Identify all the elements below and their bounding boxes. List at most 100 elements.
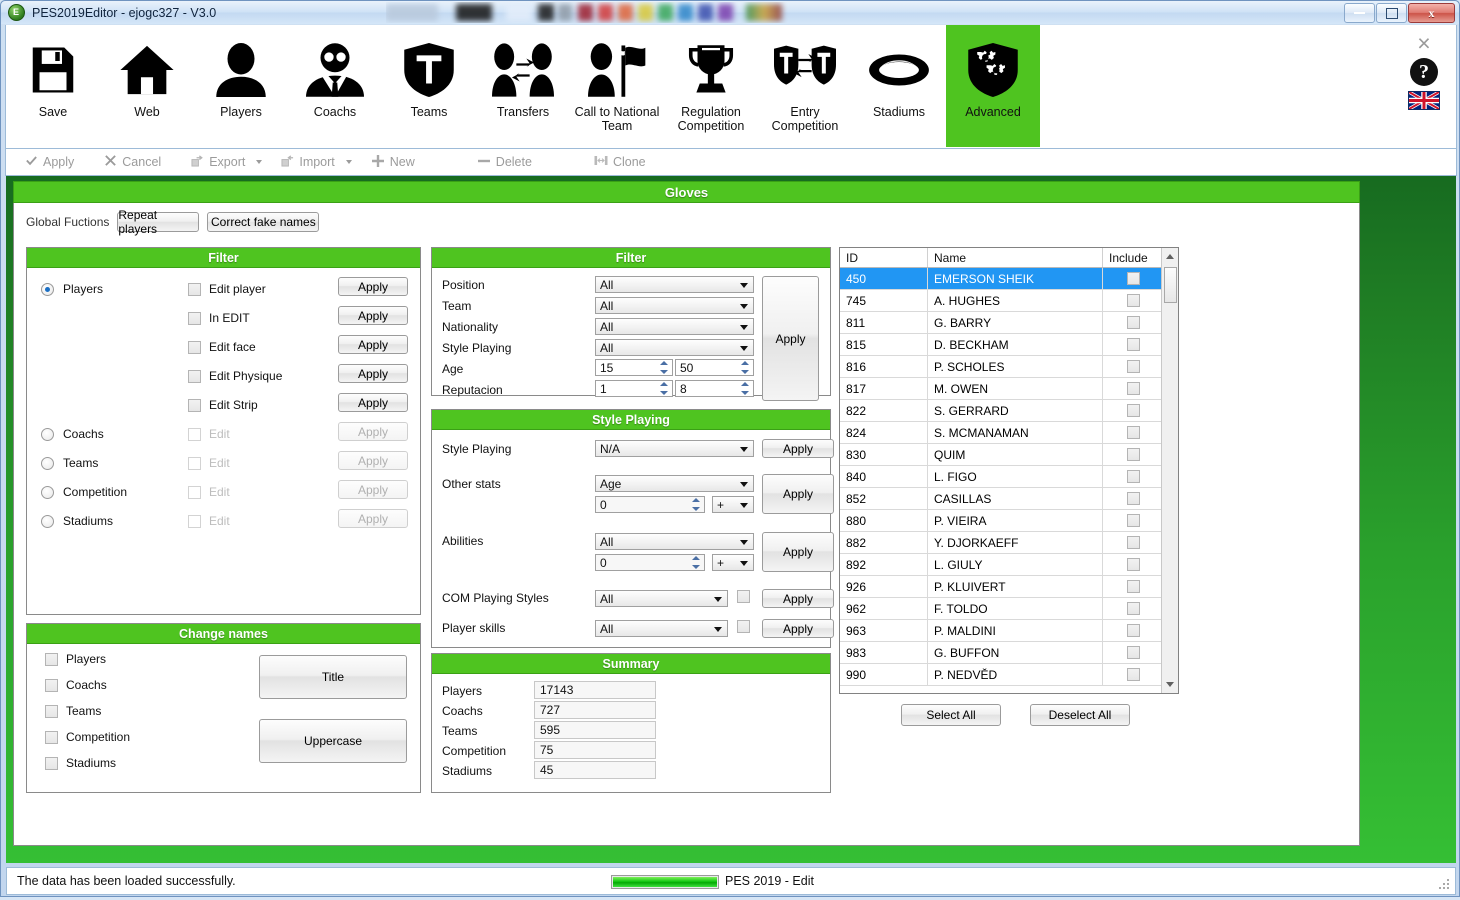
age-min-spinner[interactable]: 15 [595,359,673,376]
other-stats-apply-button[interactable]: Apply [762,474,834,514]
cell-include[interactable] [1103,312,1163,333]
checkbox-in-edit[interactable]: In EDIT [188,311,250,325]
table-row[interactable]: 817 M. OWEN [840,378,1178,400]
radio-competition[interactable]: Competition [41,485,127,499]
apply-button-teams[interactable]: Apply [338,451,408,470]
include-checkbox-icon[interactable] [1126,580,1140,593]
table-row[interactable]: 822 S. GERRARD [840,400,1178,422]
checkbox-edit-face[interactable]: Edit face [188,340,256,354]
checkbox-change-teams[interactable]: Teams [45,704,101,718]
column-header-include[interactable]: Include [1103,248,1163,267]
include-checkbox-icon[interactable] [1126,514,1140,527]
spinner-arrows-icon[interactable] [690,498,702,511]
include-checkbox-icon[interactable] [1126,316,1140,329]
include-checkbox-icon[interactable] [1126,646,1140,659]
table-row[interactable]: 830 QUIM [840,444,1178,466]
toolbar-item-call-to-national-team[interactable]: Call to National Team [570,25,664,147]
reputacion-max-spinner[interactable]: 8 [675,380,754,397]
include-checkbox-icon[interactable] [1126,536,1140,549]
cell-include[interactable] [1103,466,1163,487]
export-button[interactable]: Export [182,152,254,173]
include-checkbox-icon[interactable] [1126,602,1140,615]
apply-button-stadiums[interactable]: Apply [338,509,408,528]
combo-style-playing[interactable]: All [595,339,754,356]
select-all-button[interactable]: Select All [901,704,1001,726]
include-checkbox-icon[interactable] [1126,492,1140,505]
combo-position[interactable]: All [595,276,754,293]
other-stats-value-spinner[interactable]: 0 [595,496,705,513]
cell-include[interactable] [1103,554,1163,575]
table-row[interactable]: 990 P. NEDVĚD [840,664,1178,686]
cell-include[interactable] [1103,598,1163,619]
cell-include[interactable] [1103,268,1163,289]
toolbar-item-save[interactable]: Save [6,25,100,147]
close-button[interactable]: x [1408,3,1455,23]
include-checkbox-icon[interactable] [1126,360,1140,373]
include-checkbox-icon[interactable] [1126,426,1140,439]
checkbox-change-stadiums[interactable]: Stadiums [45,756,116,770]
include-checkbox-icon[interactable] [1126,272,1140,285]
help-icon[interactable]: ? [1410,58,1438,86]
table-row[interactable]: 926 P. KLUIVERT [840,576,1178,598]
apply-button-edit-strip[interactable]: Apply [338,393,408,412]
checkbox-edit-strip[interactable]: Edit Strip [188,398,258,412]
include-checkbox-icon[interactable] [1126,294,1140,307]
scroll-up-button[interactable] [1162,248,1178,265]
toolbar-item-transfers[interactable]: Transfers [476,25,570,147]
checkbox-edit-physique[interactable]: Edit Physique [188,369,282,383]
reputacion-min-spinner[interactable]: 1 [595,380,673,397]
com-playing-styles-apply-button[interactable]: Apply [762,589,834,608]
cell-include[interactable] [1103,356,1163,377]
checkbox-change-players[interactable]: Players [45,652,106,666]
cell-include[interactable] [1103,422,1163,443]
correct-fake-names-button[interactable]: Correct fake names [207,212,320,232]
combo-player-skills[interactable]: All [595,620,728,637]
filter-apply-button[interactable]: Apply [762,276,819,401]
cell-include[interactable] [1103,400,1163,421]
column-header-id[interactable]: ID [840,248,928,267]
table-row[interactable]: 450 EMERSON SHEIK [840,268,1178,290]
table-row[interactable]: 852 CASILLAS [840,488,1178,510]
cell-include[interactable] [1103,488,1163,509]
combo-com-playing-styles[interactable]: All [595,590,728,607]
cell-include[interactable] [1103,664,1163,685]
table-row[interactable]: 983 G. BUFFON [840,642,1178,664]
table-row[interactable]: 745 A. HUGHES [840,290,1178,312]
cell-include[interactable] [1103,576,1163,597]
cancel-button[interactable]: Cancel [95,152,170,173]
toolbar-item-web[interactable]: Web [100,25,194,147]
cell-include[interactable] [1103,620,1163,641]
scrollbar-thumb[interactable] [1164,267,1177,303]
table-row[interactable]: 815 D. BECKHAM [840,334,1178,356]
clone-button[interactable]: Clone [585,152,655,173]
apply-button-edit-physique[interactable]: Apply [338,364,408,383]
combo-nationality[interactable]: All [595,318,754,335]
toolbar-item-advanced[interactable]: Advanced [946,25,1040,147]
checkbox-edit-player[interactable]: Edit player [188,282,266,296]
apply-button-edit-face[interactable]: Apply [338,335,408,354]
apply-button[interactable]: Apply [16,152,83,173]
import-dropdown-icon[interactable] [345,160,352,164]
table-row[interactable]: 811 G. BARRY [840,312,1178,334]
apply-button-competition[interactable]: Apply [338,480,408,499]
toolbar-item-coachs[interactable]: Coachs [288,25,382,147]
cell-include[interactable] [1103,444,1163,465]
title-case-button[interactable]: Title [259,655,407,699]
table-row[interactable]: 963 P. MALDINI [840,620,1178,642]
checkbox-com-playing-styles[interactable] [737,590,750,603]
union-jack-flag-icon[interactable] [1408,91,1440,110]
cell-include[interactable] [1103,378,1163,399]
include-checkbox-icon[interactable] [1126,448,1140,461]
table-row[interactable]: 824 S. MCMANAMAN [840,422,1178,444]
cell-include[interactable] [1103,510,1163,531]
include-checkbox-icon[interactable] [1126,382,1140,395]
apply-button-coachs[interactable]: Apply [338,422,408,441]
new-button[interactable]: New [362,152,424,173]
spinner-arrows-icon[interactable] [739,382,751,395]
scroll-down-button[interactable] [1162,676,1178,693]
export-dropdown-icon[interactable] [256,160,263,164]
apply-button-edit-player[interactable]: Apply [338,277,408,296]
table-row[interactable]: 882 Y. DJORKAEFF [840,532,1178,554]
checkbox-change-competition[interactable]: Competition [45,730,130,744]
include-checkbox-icon[interactable] [1126,470,1140,483]
